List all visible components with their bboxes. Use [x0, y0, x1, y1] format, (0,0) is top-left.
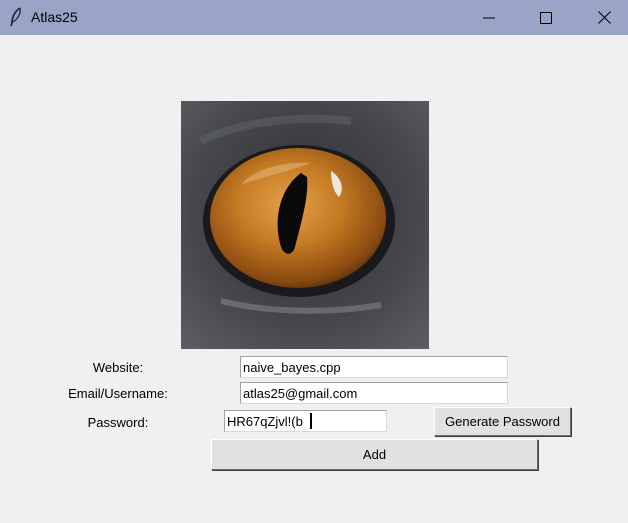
- password-input[interactable]: [224, 410, 387, 432]
- window-title: Atlas25: [31, 9, 78, 25]
- maximize-icon: [540, 11, 552, 24]
- minimize-icon: [483, 17, 495, 18]
- close-button[interactable]: [575, 0, 628, 35]
- email-input[interactable]: [240, 382, 508, 404]
- website-input[interactable]: [240, 356, 508, 378]
- password-label: Password:: [87, 415, 149, 430]
- email-label: Email/Username:: [68, 386, 168, 401]
- add-button[interactable]: Add: [211, 439, 538, 470]
- text-cursor: [310, 413, 312, 429]
- maximize-button[interactable]: [517, 0, 575, 35]
- feather-icon: [10, 7, 21, 27]
- cat-eye-image: [181, 101, 429, 349]
- title-bar[interactable]: Atlas25: [0, 0, 628, 35]
- website-label: Website:: [92, 360, 144, 375]
- generate-password-button[interactable]: Generate Password: [434, 407, 571, 436]
- minimize-button[interactable]: [460, 0, 518, 35]
- close-icon: [597, 11, 611, 24]
